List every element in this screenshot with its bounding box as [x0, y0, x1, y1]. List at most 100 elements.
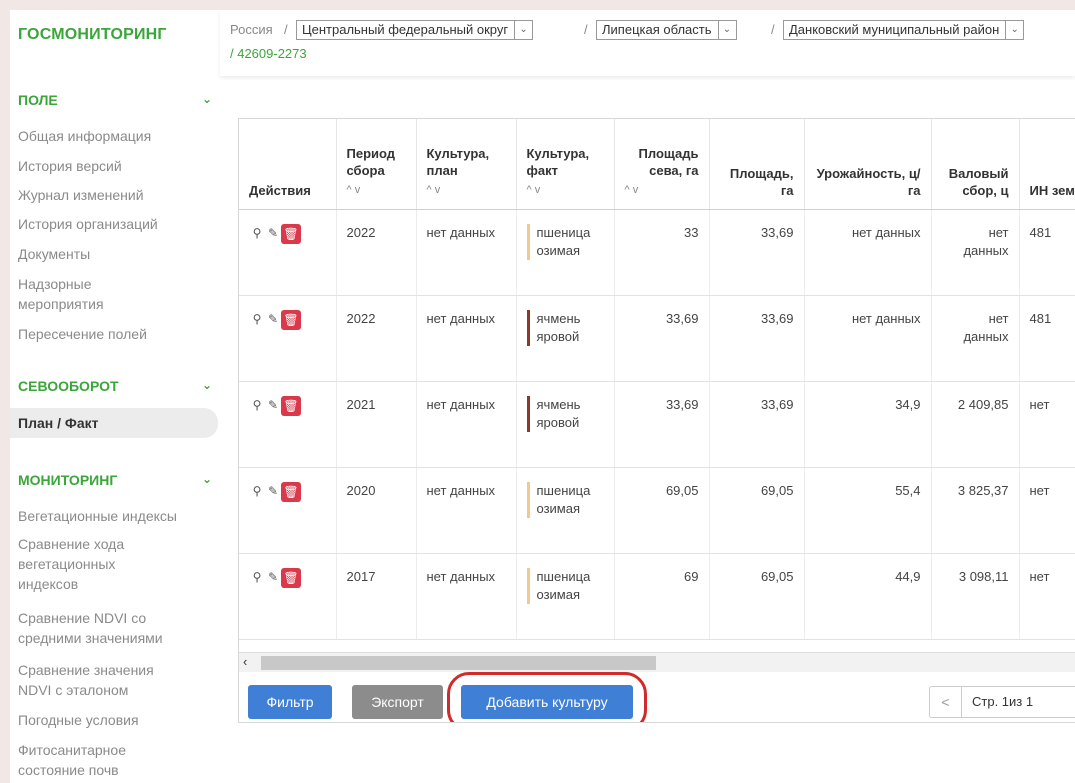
section-pole[interactable]: ПОЛЕ ⌄ — [18, 92, 214, 108]
col-header-crop-fact[interactable]: Культура, факт ^ v — [516, 119, 615, 210]
district-select[interactable]: Центральный федеральный округ ⌄ — [296, 20, 534, 40]
sidebar-item-phytosanitary[interactable]: Фитосанитарное состояние почв — [18, 740, 148, 780]
header-period-label: Период сбора — [346, 145, 396, 178]
period-cell: 2020 — [336, 467, 417, 554]
filter-button[interactable]: Фильтр — [248, 685, 332, 719]
sown-area-cell: 33,69 — [614, 381, 710, 468]
map-pin-icon[interactable]: ⚲ — [249, 224, 265, 242]
sown-area-cell: 69,05 — [614, 467, 710, 554]
area-cell: 33,69 — [709, 209, 805, 296]
sidebar-item-version-history[interactable]: История версий — [18, 156, 218, 176]
chevron-down-icon[interactable]: ⌄ — [202, 472, 212, 486]
yield-cell: нет данных — [804, 209, 932, 296]
breadcrumb-field-id: / 42609-2273 — [230, 46, 307, 61]
col-header-actions: Действия — [239, 119, 337, 210]
pencil-icon[interactable]: ✎ — [265, 224, 281, 242]
gross-cell: 2 409,85 — [931, 381, 1020, 468]
table-row: ⚲ ✎ 🗑 2021 нет данных ячмень яровой 33,69 33,69… — [239, 381, 1075, 468]
trash-icon[interactable]: 🗑 — [281, 395, 301, 416]
sidebar-item-change-log[interactable]: Журнал изменений — [18, 185, 218, 205]
scrollbar-thumb[interactable] — [261, 656, 656, 670]
period-cell: 2017 — [336, 553, 417, 640]
pencil-icon[interactable]: ✎ — [265, 310, 281, 328]
sidebar-item-field-intersection[interactable]: Пересечение полей — [18, 324, 218, 344]
col-header-crop-plan[interactable]: Культура, план ^ v — [416, 119, 517, 210]
export-button[interactable]: Экспорт — [352, 685, 443, 719]
chevron-down-icon[interactable]: ⌄ — [717, 21, 736, 39]
header-sown-area-label: Площадь сева, га — [638, 145, 699, 178]
yield-cell: 55,4 — [804, 467, 932, 554]
map-pin-icon[interactable]: ⚲ — [249, 396, 265, 414]
area-cell: 33,69 — [709, 295, 805, 382]
region-select-value: Липецкая область — [602, 22, 712, 37]
sort-icon[interactable]: ^ v — [527, 182, 604, 199]
col-header-gross: Валовый сбор, ц — [931, 119, 1020, 210]
chevron-down-icon[interactable]: ⌄ — [514, 21, 532, 39]
sidebar-item-supervision[interactable]: Надзорные мероприятия — [18, 274, 138, 314]
sidebar-item-weather[interactable]: Погодные условия — [18, 710, 218, 730]
map-pin-icon[interactable]: ⚲ — [249, 310, 265, 328]
period-cell: 2022 — [336, 295, 417, 382]
page-indicator: Стр. 1из 1 — [972, 694, 1034, 709]
sidebar-item-compare-veg[interactable]: Сравнение хода вегетационных индексов — [18, 534, 168, 594]
trash-icon[interactable]: 🗑 — [281, 223, 301, 244]
region-select[interactable]: Липецкая область ⌄ — [596, 20, 737, 40]
header-crop-plan-label: Культура, план — [426, 145, 490, 178]
inn-cell: нет — [1019, 467, 1075, 554]
col-header-sown-area[interactable]: Площадь сева, га ^ v — [614, 119, 710, 210]
pencil-icon[interactable]: ✎ — [265, 482, 281, 500]
sidebar-item-plan-fact[interactable]: План / Факт — [10, 408, 218, 438]
breadcrumb-separator: / — [771, 22, 775, 37]
municipality-select-value: Данковский муниципальный район — [789, 22, 1000, 37]
sidebar-item-veg-indices[interactable]: Вегетационные индексы — [18, 506, 218, 526]
district-select-value: Центральный федеральный округ — [302, 22, 509, 37]
section-sevooborot[interactable]: СЕВООБОРОТ ⌄ — [18, 378, 214, 394]
table-row: ⚲ ✎ 🗑 2017 нет данных пшеница озимая 69 69,05 44… — [239, 553, 1075, 640]
trash-icon[interactable]: 🗑 — [281, 309, 301, 330]
col-header-inn: ИН зем — [1019, 119, 1075, 210]
section-pole-label: ПОЛЕ — [18, 92, 58, 108]
sort-icon[interactable]: ^ v — [427, 182, 506, 199]
sown-area-cell: 33 — [614, 209, 710, 296]
map-pin-icon[interactable]: ⚲ — [249, 482, 265, 500]
chevron-down-icon[interactable]: ⌄ — [202, 378, 212, 392]
sidebar-item-ndvi-reference[interactable]: Сравнение значения NDVI с эталоном — [18, 660, 188, 700]
crop-fact-label: ячмень яровой — [526, 309, 604, 346]
header-actions-label: Действия — [249, 182, 311, 198]
sidebar-item-ndvi-average[interactable]: Сравнение NDVI со средними значениями — [18, 608, 208, 648]
crop-fact-label: пшеница озимая — [526, 223, 604, 260]
table-row: ⚲ ✎ 🗑 2020 нет данных пшеница озимая 69,05 69,0… — [239, 467, 1075, 554]
inn-cell: 481 — [1019, 295, 1075, 382]
plan-fact-table: Действия Период сбора ^ v Культура, план ^… — [239, 119, 1075, 640]
sort-icon[interactable]: ^ v — [625, 182, 699, 199]
yield-cell: 34,9 — [804, 381, 932, 468]
breadcrumb: Россия / Центральный федеральный округ ⌄… — [220, 10, 1075, 76]
trash-icon[interactable]: 🗑 — [281, 481, 301, 502]
plan-fact-table-card: Действия Период сбора ^ v Культура, план ^… — [238, 118, 1075, 723]
scroll-left-icon[interactable]: ‹ — [243, 654, 247, 669]
sidebar-item-documents[interactable]: Документы — [18, 244, 218, 264]
chevron-down-icon[interactable]: ⌄ — [1005, 21, 1023, 39]
crop-plan-cell: нет данных — [416, 381, 517, 468]
row-actions: ⚲ ✎ 🗑 — [239, 295, 337, 382]
breadcrumb-root[interactable]: Россия — [230, 22, 273, 37]
row-actions: ⚲ ✎ 🗑 — [239, 467, 337, 554]
sort-icon[interactable]: ^ v — [347, 182, 406, 199]
app-logo[interactable]: ГОСМОНИТОРИНГ — [18, 26, 167, 44]
sidebar-item-general-info[interactable]: Общая информация — [18, 126, 218, 146]
table-row: ⚲ ✎ 🗑 2022 нет данных пшеница озимая 33 33,69 не… — [239, 209, 1075, 296]
crop-fact-label: пшеница озимая — [526, 567, 604, 604]
col-header-yield: Урожайность, ц/га — [804, 119, 932, 210]
map-pin-icon[interactable]: ⚲ — [249, 568, 265, 586]
chevron-down-icon[interactable]: ⌄ — [202, 92, 212, 106]
municipality-select[interactable]: Данковский муниципальный район ⌄ — [783, 20, 1025, 40]
prev-page-button[interactable]: < — [930, 687, 962, 717]
pencil-icon[interactable]: ✎ — [265, 568, 281, 586]
row-actions: ⚲ ✎ 🗑 — [239, 381, 337, 468]
trash-icon[interactable]: 🗑 — [281, 567, 301, 588]
pencil-icon[interactable]: ✎ — [265, 396, 281, 414]
sidebar-item-org-history[interactable]: История организаций — [18, 214, 218, 234]
horizontal-scrollbar[interactable]: ‹ — [239, 652, 1075, 672]
section-monitoring[interactable]: МОНИТОРИНГ ⌄ — [18, 472, 214, 488]
col-header-period[interactable]: Период сбора ^ v — [336, 119, 417, 210]
